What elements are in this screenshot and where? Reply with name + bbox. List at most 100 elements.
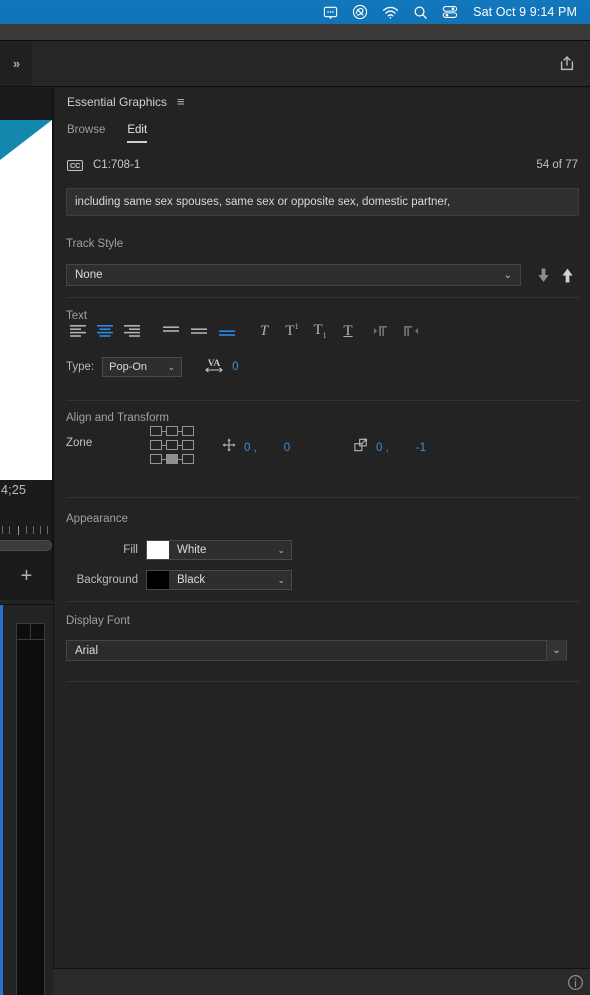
track-header-divider bbox=[30, 623, 31, 640]
menu-bar-clock[interactable]: Sat Oct 9 9:14 PM bbox=[465, 5, 581, 19]
caption-type-value: Pop-On bbox=[109, 361, 148, 373]
closed-caption-icon: CC bbox=[67, 159, 83, 171]
background-color-value: Black bbox=[177, 574, 206, 586]
panel-title: Essential Graphics bbox=[67, 94, 168, 109]
superscript-button[interactable]: T1 bbox=[280, 320, 304, 342]
program-monitor-video[interactable] bbox=[0, 120, 52, 480]
fill-color-swatch[interactable] bbox=[147, 541, 169, 559]
panel-menu-icon[interactable]: ≡ bbox=[177, 95, 185, 108]
fill-color-value: White bbox=[177, 544, 207, 556]
wifi-icon[interactable] bbox=[375, 0, 406, 24]
window-title-strip bbox=[0, 24, 590, 41]
timeline-sliver: S S bbox=[0, 604, 53, 995]
tracking-icon: VA bbox=[204, 356, 224, 379]
screen-recording-icon[interactable] bbox=[316, 0, 345, 24]
align-top-button[interactable] bbox=[159, 320, 183, 342]
position-control: 0 , 0 bbox=[222, 438, 290, 457]
zone-grid[interactable] bbox=[150, 426, 196, 464]
svg-text:VA: VA bbox=[208, 358, 221, 368]
display-font-value: Arial bbox=[75, 644, 99, 657]
display-font-label: Display Font bbox=[66, 615, 130, 627]
divider-appearance bbox=[66, 601, 579, 602]
scale-y-value[interactable]: -1 bbox=[416, 442, 426, 454]
expand-panels-button[interactable]: » bbox=[0, 41, 32, 86]
panel-tabs: Browse Edit bbox=[54, 124, 590, 150]
control-center-icon[interactable] bbox=[435, 0, 465, 24]
essential-graphics-panel: Essential Graphics ≡ Browse Edit CC C1:7… bbox=[53, 88, 590, 968]
ltr-paragraph-button[interactable] bbox=[370, 320, 394, 342]
underline-button[interactable]: T bbox=[336, 320, 360, 342]
creative-cloud-icon[interactable] bbox=[345, 0, 375, 24]
tracking-value[interactable]: 0 bbox=[232, 361, 238, 373]
caption-id: C1:708-1 bbox=[93, 159, 141, 171]
panel-header: Essential Graphics ≡ bbox=[54, 88, 590, 115]
move-icon bbox=[222, 438, 236, 457]
timeline-focus-indicator bbox=[0, 605, 3, 995]
divider-track-style bbox=[66, 297, 579, 298]
chevron-down-icon: ⌄ bbox=[277, 544, 285, 555]
info-icon[interactable] bbox=[567, 974, 584, 991]
caption-meta-row: CC C1:708-1 54 of 77 bbox=[67, 156, 578, 174]
align-middle-button[interactable] bbox=[187, 320, 211, 342]
fill-row: Fill White ⌄ bbox=[66, 540, 292, 560]
panel-tab-bar: » bbox=[0, 41, 590, 87]
chevron-down-icon: ⌄ bbox=[167, 361, 176, 372]
display-font-select[interactable]: Arial ⌄ bbox=[66, 640, 567, 661]
position-x-value[interactable]: 0 , bbox=[244, 442, 257, 454]
status-bar bbox=[53, 968, 590, 995]
audio-track-clip[interactable] bbox=[16, 623, 45, 995]
program-monitor-timecode[interactable]: 4;25 bbox=[0, 483, 53, 497]
align-transform-label: Align and Transform bbox=[66, 412, 169, 424]
tab-browse[interactable]: Browse bbox=[67, 124, 105, 143]
chevron-down-icon[interactable]: ⌄ bbox=[546, 640, 566, 661]
scale-x-value[interactable]: 0 , bbox=[376, 442, 389, 454]
caption-text-value: including same sex spouses, same sex or … bbox=[75, 196, 451, 208]
align-left-button[interactable] bbox=[66, 320, 90, 342]
divider-text bbox=[66, 400, 579, 401]
track-style-select[interactable]: None ⌄ bbox=[66, 264, 521, 286]
type-label: Type: bbox=[66, 361, 95, 373]
divider-display-font bbox=[66, 681, 579, 682]
rtl-paragraph-button[interactable] bbox=[398, 320, 422, 342]
align-bottom-button[interactable] bbox=[215, 320, 239, 342]
background-color-swatch[interactable] bbox=[147, 571, 169, 589]
background-color-select[interactable]: Black ⌄ bbox=[146, 570, 292, 590]
video-graphic-triangle bbox=[0, 120, 52, 160]
track-style-value: None bbox=[75, 269, 103, 281]
zone-label: Zone bbox=[66, 437, 93, 449]
appearance-label: Appearance bbox=[66, 513, 129, 525]
caption-text-input[interactable]: including same sex spouses, same sex or … bbox=[66, 188, 579, 216]
double-chevron-right-icon: » bbox=[12, 56, 20, 71]
align-right-button[interactable] bbox=[120, 320, 144, 342]
fill-label: Fill bbox=[123, 544, 138, 556]
pull-track-style-button[interactable] bbox=[558, 266, 576, 284]
scale-control: 0 , -1 bbox=[354, 438, 426, 457]
caption-count: 54 of 77 bbox=[536, 159, 578, 171]
audio-track-header[interactable] bbox=[16, 623, 45, 640]
position-y-value[interactable]: 0 bbox=[284, 442, 290, 454]
monitor-time-ruler[interactable] bbox=[0, 526, 53, 535]
subscript-button[interactable]: T1 bbox=[308, 320, 332, 342]
background-row: Background Black ⌄ bbox=[66, 570, 292, 590]
chevron-down-icon: ⌄ bbox=[277, 574, 285, 585]
add-marker-button[interactable]: + bbox=[0, 560, 53, 592]
zone-cell-bottom-center[interactable] bbox=[166, 454, 178, 464]
spotlight-search-icon[interactable] bbox=[406, 0, 435, 24]
macos-menu-bar: Sat Oct 9 9:14 PM bbox=[0, 0, 590, 24]
text-align-toolbar: T T1 T1 T bbox=[66, 320, 579, 344]
track-style-label: Track Style bbox=[66, 238, 124, 250]
program-monitor-sliver: 4;25 + bbox=[0, 88, 53, 600]
left-rail: 4;25 + S S bbox=[0, 88, 53, 995]
fill-color-select[interactable]: White ⌄ bbox=[146, 540, 292, 560]
align-center-button[interactable] bbox=[93, 320, 117, 342]
monitor-scrollbar[interactable] bbox=[0, 540, 52, 551]
push-track-style-button[interactable] bbox=[534, 266, 552, 284]
export-frame-button[interactable] bbox=[554, 51, 580, 77]
caption-type-select[interactable]: Pop-On ⌄ bbox=[102, 357, 183, 377]
caption-type-row: Type: Pop-On ⌄ VA 0 bbox=[66, 356, 239, 378]
scale-icon bbox=[354, 438, 368, 457]
italic-button[interactable]: T bbox=[252, 320, 276, 342]
chevron-down-icon: ⌄ bbox=[503, 269, 512, 281]
tab-edit[interactable]: Edit bbox=[127, 124, 148, 143]
divider-align-transform bbox=[66, 497, 579, 498]
